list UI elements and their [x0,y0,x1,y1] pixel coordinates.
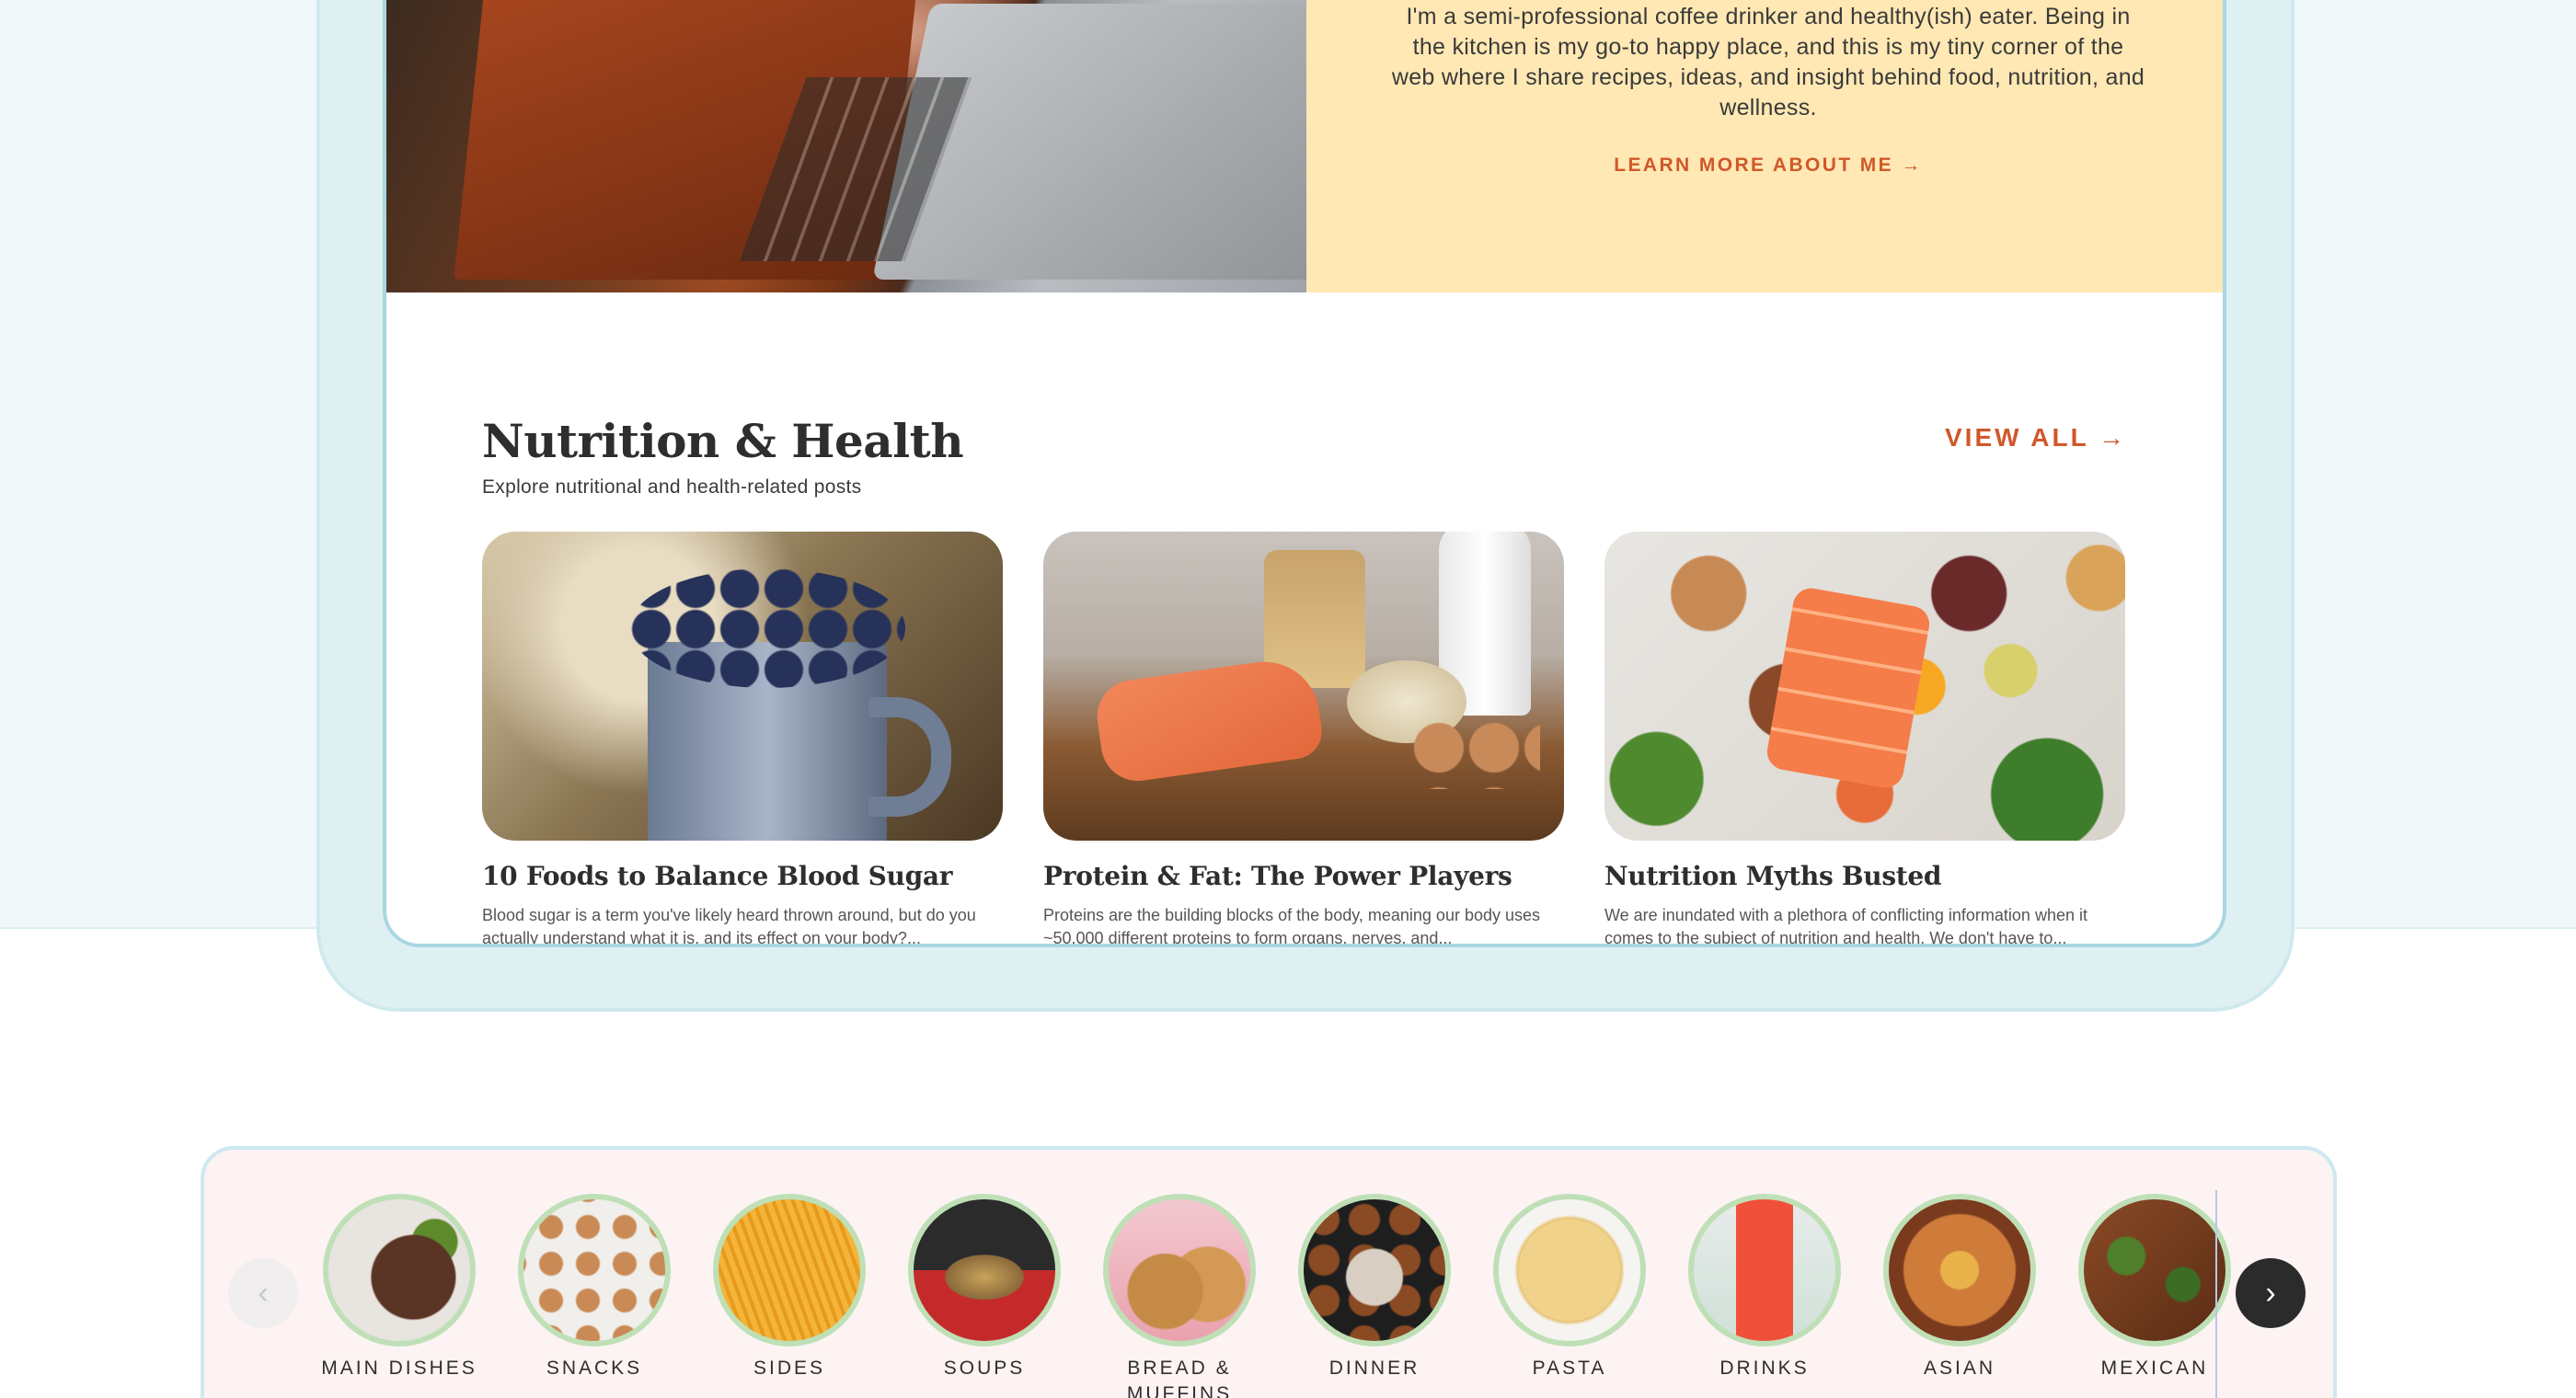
category-label[interactable]: MAIN DISHES [307,1356,491,1381]
post-thumbnail-protein[interactable] [1043,532,1564,841]
category-carousel: ‹ MAIN DISHES SNACKS SIDES SOUPS BREAD &… [201,1146,2337,1398]
category-image[interactable] [1688,1194,1841,1346]
post-thumbnail-blueberries[interactable] [482,532,1003,841]
salmon-image [1092,654,1326,786]
category-drinks[interactable]: DRINKS [1673,1194,1857,1381]
category-image[interactable] [713,1194,866,1346]
post-excerpt: We are inundated with a plethora of conf… [1604,906,2087,947]
about-panel: I'm a semi-professional coffee drinker a… [1306,0,2223,292]
category-label[interactable]: SIDES [697,1356,881,1381]
about-text: I'm a semi-professional coffee drinker a… [1391,4,2145,120]
category-image[interactable] [1298,1194,1451,1346]
post-card[interactable]: 10 Foods to Balance Blood Sugar Blood su… [482,532,1003,947]
post-title[interactable]: Nutrition Myths Busted [1604,861,2125,891]
category-pasta[interactable]: PASTA [1478,1194,1662,1381]
category-label[interactable]: MEXICAN [2063,1356,2247,1381]
post-thumbnail-healthy-food[interactable] [1604,532,2125,841]
section-subtitle: Explore nutritional and health-related p… [482,476,862,498]
category-label[interactable]: SOUPS [892,1356,1076,1381]
category-soups[interactable]: SOUPS [892,1194,1076,1381]
category-label[interactable]: DINNER [1282,1356,1466,1381]
category-label[interactable]: ASIAN [1868,1356,2052,1381]
carousel-edge-divider [2215,1190,2217,1398]
category-bread-muffins[interactable]: BREAD & MUFFINS [1087,1194,1271,1398]
category-asian[interactable]: ASIAN [1868,1194,2052,1381]
section-title: Nutrition & Health [482,414,964,468]
post-card[interactable]: Protein & Fat: The Power Players Protein… [1043,532,1564,947]
mug-handle-image [868,697,951,817]
view-all-link[interactable]: VIEW ALL → [1945,423,2127,453]
category-image[interactable] [908,1194,1061,1346]
category-image[interactable] [1883,1194,2036,1346]
category-image[interactable] [2078,1194,2231,1346]
learn-more-link[interactable]: LEARN MORE ABOUT ME → [1306,155,2223,177]
post-title[interactable]: 10 Foods to Balance Blood Sugar [482,861,1003,891]
hero-image-laptop [386,0,1306,292]
post-title[interactable]: Protein & Fat: The Power Players [1043,861,1564,891]
category-label[interactable]: BREAD & MUFFINS [1087,1356,1271,1398]
category-label[interactable]: DRINKS [1673,1356,1857,1381]
category-dinner[interactable]: DINNER [1282,1194,1466,1381]
chevron-right-icon[interactable]: › [2236,1258,2306,1328]
category-image[interactable] [1103,1194,1256,1346]
category-sides[interactable]: SIDES [697,1194,881,1381]
post-excerpt: Proteins are the building blocks of the … [1043,906,1540,947]
blueberries-image [629,568,905,688]
eggs-image [1411,716,1540,789]
page: I'm a semi-professional coffee drinker a… [0,0,2576,1398]
category-image[interactable] [1493,1194,1646,1346]
post-excerpt: Blood sugar is a term you've likely hear… [482,906,976,947]
content-card: I'm a semi-professional coffee drinker a… [383,0,2226,947]
category-main-dishes[interactable]: MAIN DISHES [307,1194,491,1381]
post-card[interactable]: Nutrition Myths Busted We are inundated … [1604,532,2125,947]
category-snacks[interactable]: SNACKS [502,1194,686,1381]
category-image[interactable] [323,1194,476,1346]
category-image[interactable] [518,1194,671,1346]
category-label[interactable]: SNACKS [502,1356,686,1381]
chevron-left-icon[interactable]: ‹ [228,1258,298,1328]
category-mexican[interactable]: MEXICAN [2063,1194,2247,1381]
category-label[interactable]: PASTA [1478,1356,1662,1381]
